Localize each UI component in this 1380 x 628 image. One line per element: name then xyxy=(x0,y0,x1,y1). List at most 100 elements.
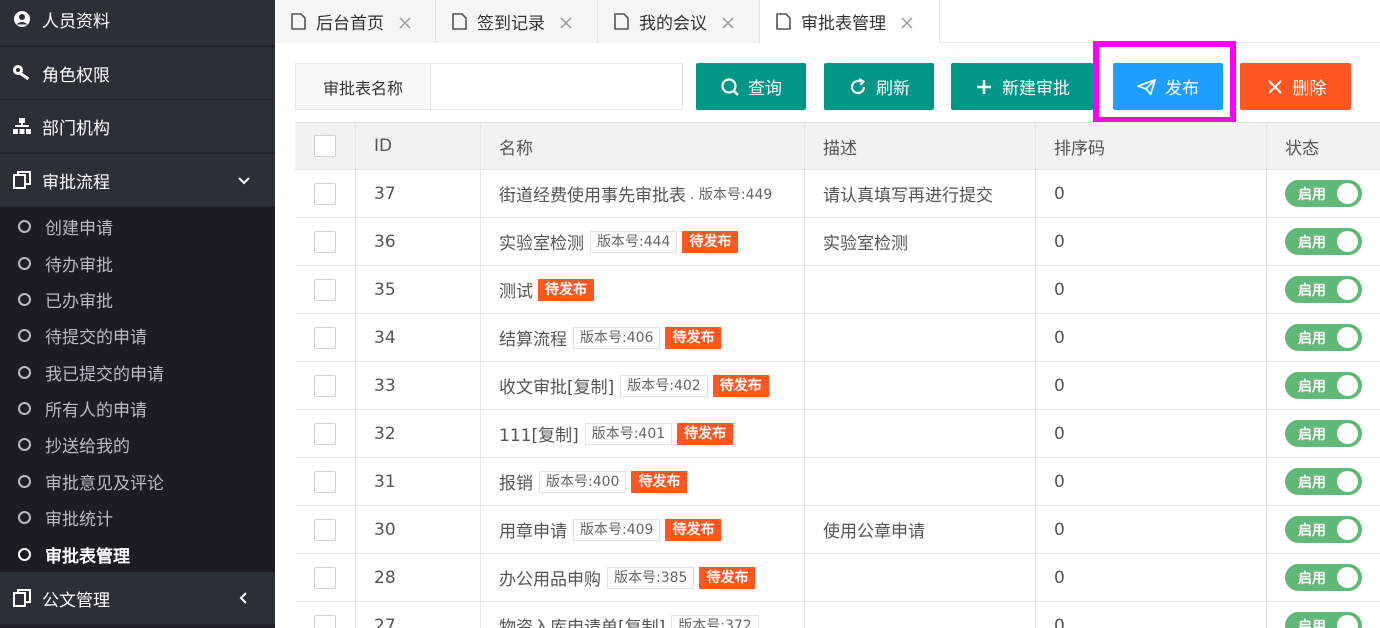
sidebar-item-documents[interactable]: 公文管理 xyxy=(0,572,275,625)
table-row[interactable]: 31 报销 版本号:400 待发布 0 启用 xyxy=(295,458,1380,506)
version-inline: . 版本号:449 xyxy=(690,186,773,203)
status-toggle[interactable]: 启用 xyxy=(1285,516,1362,543)
row-description: 实验室检测 xyxy=(805,218,1036,265)
select-all-checkbox[interactable] xyxy=(314,135,336,157)
sidebar-subitem-my-submitted[interactable]: 我已提交的申请 xyxy=(0,354,275,390)
row-checkbox[interactable] xyxy=(314,182,336,205)
status-label: 启用 xyxy=(1298,282,1326,299)
close-icon[interactable] xyxy=(398,15,412,29)
sidebar-subitem-cc[interactable]: 抄送给我的 xyxy=(0,426,275,462)
sidebar-subitem-stats[interactable]: 审批统计 xyxy=(0,499,275,535)
refresh-icon xyxy=(848,77,868,97)
row-id: 33 xyxy=(356,362,481,409)
table-row[interactable]: 27 物资入库申请单[复制] 版本号:372 0 启用 xyxy=(295,602,1380,628)
status-label: 启用 xyxy=(1298,618,1326,628)
refresh-button[interactable]: 刷新 xyxy=(824,63,934,110)
circle-icon xyxy=(18,437,31,451)
table-row[interactable]: 35 测试 待发布 0 启用 xyxy=(295,266,1380,314)
circle-icon xyxy=(18,510,31,524)
row-checkbox[interactable] xyxy=(314,470,336,493)
row-id: 37 xyxy=(356,170,481,217)
main-content: 审批表名称 查询 刷新 新建审批 发布 删除 ID 名称 描述 排序码 状态 3… xyxy=(275,41,1380,628)
row-checkbox[interactable] xyxy=(314,326,336,349)
sidebar-item-personnel[interactable]: 人员资料 xyxy=(0,0,275,46)
new-approval-button[interactable]: 新建审批 xyxy=(951,63,1093,110)
row-description xyxy=(805,554,1036,601)
sidebar-item-roles[interactable]: 角色权限 xyxy=(0,47,275,100)
pending-publish-badge: 待发布 xyxy=(665,326,722,349)
row-checkbox-cell xyxy=(295,218,356,265)
copy-icon xyxy=(12,588,32,608)
toggle-knob xyxy=(1337,183,1358,204)
tab-meetings[interactable]: 我的会议 xyxy=(598,0,760,43)
version-tag: 版本号:402 xyxy=(620,374,708,397)
row-checkbox[interactable] xyxy=(314,422,336,445)
form-name: 收文审批[复制] xyxy=(499,378,615,398)
tab-label: 我的会议 xyxy=(639,14,707,34)
close-icon[interactable] xyxy=(900,15,914,29)
sidebar-subitem-label: 审批统计 xyxy=(45,509,113,530)
form-name: 报销 xyxy=(499,474,533,494)
copy-icon xyxy=(12,170,32,190)
row-description: 请认真填写再进行提交 xyxy=(805,170,1036,217)
toggle-knob xyxy=(1337,615,1358,628)
sidebar-item-approval-flow[interactable]: 审批流程 xyxy=(0,154,275,207)
sidebar-subitem-done[interactable]: 已办审批 xyxy=(0,281,275,317)
form-name: 测试 xyxy=(499,282,533,302)
status-toggle[interactable]: 启用 xyxy=(1285,180,1362,207)
table-row[interactable]: 36 实验室检测 版本号:444 待发布 实验室检测 0 启用 xyxy=(295,218,1380,266)
row-description xyxy=(805,458,1036,505)
status-toggle[interactable]: 启用 xyxy=(1285,324,1362,351)
header-name: 名称 xyxy=(481,123,805,169)
table-row[interactable]: 30 用章申请 版本号:409 待发布 使用公章申请 0 启用 xyxy=(295,506,1380,554)
row-checkbox[interactable] xyxy=(314,614,336,628)
row-checkbox[interactable] xyxy=(314,566,336,589)
table-row[interactable]: 37 街道经费使用事先审批表. 版本号:449 请认真填写再进行提交 0 启用 xyxy=(295,170,1380,218)
sidebar-subitem-label: 待提交的申请 xyxy=(45,327,147,348)
circle-icon xyxy=(18,256,31,270)
status-toggle[interactable]: 启用 xyxy=(1285,420,1362,447)
row-name: 结算流程 版本号:406 待发布 xyxy=(481,314,805,361)
row-id: 30 xyxy=(356,506,481,553)
form-name: 街道经费使用事先审批表 xyxy=(499,186,686,206)
close-icon[interactable] xyxy=(559,15,573,29)
sidebar-subitem-todo[interactable]: 待办审批 xyxy=(0,245,275,281)
status-toggle[interactable]: 启用 xyxy=(1285,372,1362,399)
tab-checkin[interactable]: 签到记录 xyxy=(436,0,598,43)
delete-button[interactable]: 删除 xyxy=(1240,63,1351,110)
version-tag: 版本号:385 xyxy=(607,566,695,589)
row-sort-code: 0 xyxy=(1036,506,1267,553)
sidebar-item-departments[interactable]: 部门机构 xyxy=(0,100,275,153)
form-name: 用章申请 xyxy=(499,522,567,542)
version-tag: 版本号:409 xyxy=(573,518,661,541)
status-toggle[interactable]: 启用 xyxy=(1285,468,1362,495)
version-tag: 版本号:444 xyxy=(590,230,678,253)
table-row[interactable]: 34 结算流程 版本号:406 待发布 0 启用 xyxy=(295,314,1380,362)
sidebar-subitem-form-manage[interactable]: 审批表管理 xyxy=(0,536,275,572)
status-toggle[interactable]: 启用 xyxy=(1285,612,1362,628)
version-tag: 版本号:401 xyxy=(584,422,673,445)
row-checkbox[interactable] xyxy=(314,518,336,541)
close-icon[interactable] xyxy=(721,15,735,29)
row-id: 28 xyxy=(356,554,481,601)
table-row[interactable]: 32 111[复制] 版本号:401 待发布 0 启用 xyxy=(295,410,1380,458)
status-toggle[interactable]: 启用 xyxy=(1285,564,1362,591)
row-checkbox[interactable] xyxy=(314,374,336,397)
query-button[interactable]: 查询 xyxy=(696,63,806,110)
table-row[interactable]: 28 办公用品申购 版本号:385 待发布 0 启用 xyxy=(295,554,1380,602)
sidebar-subitem-create[interactable]: 创建申请 xyxy=(0,208,275,244)
sidebar-subitem-all[interactable]: 所有人的申请 xyxy=(0,390,275,426)
status-toggle[interactable]: 启用 xyxy=(1285,228,1362,255)
row-status: 启用 xyxy=(1267,410,1380,457)
search-input[interactable] xyxy=(430,63,683,110)
row-checkbox[interactable] xyxy=(314,278,336,301)
tab-home[interactable]: 后台首页 xyxy=(275,0,436,43)
table-row[interactable]: 33 收文审批[复制] 版本号:402 待发布 0 启用 xyxy=(295,362,1380,410)
status-toggle[interactable]: 启用 xyxy=(1285,276,1362,303)
sidebar-subitem-comments[interactable]: 审批意见及评论 xyxy=(0,463,275,499)
tab-form-manage[interactable]: 审批表管理 xyxy=(760,0,940,43)
row-status: 启用 xyxy=(1267,314,1380,361)
row-checkbox[interactable] xyxy=(314,230,336,253)
row-description xyxy=(805,602,1036,628)
sidebar-subitem-to-submit[interactable]: 待提交的申请 xyxy=(0,317,275,353)
